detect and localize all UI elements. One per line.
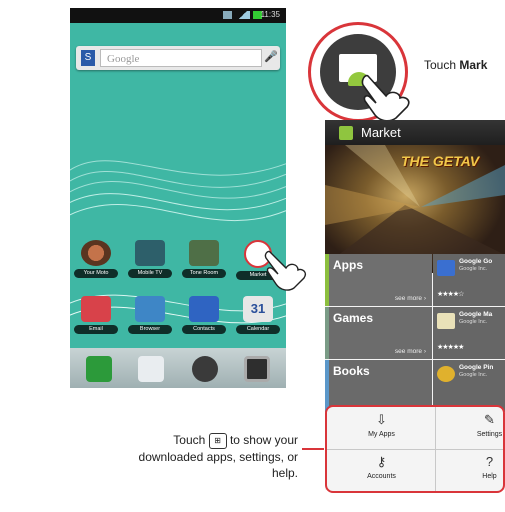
app-label: Calendar: [236, 325, 280, 334]
signal-icon: [236, 11, 250, 19]
menu-item-settings[interactable]: ✎ Settings: [445, 407, 503, 449]
app-label: Contacts: [182, 325, 226, 334]
help-icon: ?: [485, 454, 494, 469]
category-name: Books: [333, 364, 370, 378]
app-developer: Google Inc.: [459, 266, 488, 272]
menu-label: Accounts: [367, 473, 396, 480]
camera-icon[interactable]: [192, 356, 218, 382]
category-games[interactable]: Games see more ›: [325, 307, 432, 359]
category-name: Apps: [333, 258, 363, 272]
rating-stars: ★★★★☆: [437, 291, 464, 298]
app-label: Browser: [128, 325, 172, 334]
key-icon: ⚷: [376, 454, 387, 469]
category-stripe: [325, 307, 329, 359]
category-stripe: [325, 360, 329, 412]
app-title: Google Ma: [459, 311, 493, 318]
microphone-icon[interactable]: 🎤: [264, 50, 278, 66]
app-label: Email: [74, 325, 118, 334]
search-input[interactable]: Google: [100, 49, 262, 67]
menu-callout-text: Touch ⊞ to show your downloaded apps, se…: [80, 432, 298, 481]
callout-line3: help.: [271, 465, 298, 480]
app-email[interactable]: Email: [74, 296, 118, 334]
market-bag-icon: [339, 126, 353, 140]
google-search-widget[interactable]: S Google 🎤: [76, 46, 280, 70]
status-time: 11:35: [260, 10, 280, 19]
status-bar: 11:35: [70, 8, 286, 23]
menu-label: Settings: [476, 431, 503, 438]
touch-market-label: Touch Mark: [424, 58, 487, 72]
app-title: Google Pin: [459, 364, 494, 371]
menu-item-help[interactable]: ? Help: [445, 449, 503, 491]
menu-item-accounts[interactable]: ⚷ Accounts: [337, 449, 426, 491]
goggles-icon: [437, 260, 455, 276]
menu-label: Help: [482, 473, 497, 480]
app-developer: Google Inc.: [459, 372, 488, 378]
market-title: Market: [361, 125, 401, 140]
app-label: Mobile TV: [128, 269, 172, 278]
market-menu: ⇩ My Apps ✎ Settings ⚷ Accounts ? Help: [325, 405, 505, 493]
music-icon: [189, 240, 219, 266]
phone-home-screen: 11:35 S Google 🎤 Your Moto Mobile TV Ton…: [70, 8, 286, 388]
maps-icon: [437, 313, 455, 329]
pinwheel-icon: [437, 366, 455, 382]
app-calendar[interactable]: 31 Calendar: [236, 296, 280, 334]
category-name: Games: [333, 311, 374, 325]
download-icon: ⇩: [376, 412, 387, 427]
wrench-icon: ✎: [484, 412, 495, 427]
app-label: Tone Room: [182, 269, 226, 278]
category-apps[interactable]: Apps see more ›: [325, 254, 432, 306]
app-browser[interactable]: Browser: [128, 296, 172, 334]
market-title-bar: Market: [325, 120, 505, 145]
tv-icon: [135, 240, 165, 266]
email-icon: [81, 296, 111, 322]
see-more-link[interactable]: see more ›: [395, 348, 426, 355]
callout-suffix: to show your: [226, 433, 298, 447]
calendar-icon: 31: [243, 296, 273, 322]
callout-pointer: [302, 448, 324, 450]
category-stripe: [325, 254, 329, 306]
see-more-link[interactable]: see more ›: [395, 295, 426, 302]
messaging-icon[interactable]: [138, 356, 164, 382]
app-contacts[interactable]: Contacts: [182, 296, 226, 334]
menu-item-my-apps[interactable]: ⇩ My Apps: [337, 407, 426, 449]
phone-icon[interactable]: [86, 356, 112, 382]
touch-prefix: Touch: [424, 58, 460, 72]
rating-stars: ★★★★★: [437, 344, 464, 351]
app-your-moto[interactable]: Your Moto: [74, 240, 118, 278]
callout-prefix: Touch: [173, 433, 209, 447]
menu-label: My Apps: [368, 431, 395, 438]
app-title: Google Go: [459, 258, 493, 265]
contacts-icon: [189, 296, 219, 322]
callout-line2: downloaded apps, settings, or: [138, 449, 298, 464]
globe-icon: [135, 296, 165, 322]
touch-market-bold: Mark: [459, 58, 488, 72]
touch-hand-icon: [361, 74, 410, 122]
compass-icon: [81, 240, 111, 266]
google-logo-icon: S: [81, 50, 95, 66]
app-tray-icon[interactable]: [244, 356, 270, 382]
network-icon: [223, 11, 232, 19]
featured-app[interactable]: Google Ma Google Inc. ★★★★★: [433, 307, 505, 359]
menu-key-icon: ⊞: [208, 432, 227, 449]
app-mobile-tv[interactable]: Mobile TV: [128, 240, 172, 278]
app-developer: Google Inc.: [459, 319, 488, 325]
touch-hand-icon: [264, 250, 307, 291]
app-tone-room[interactable]: Tone Room: [182, 240, 226, 278]
featured-app[interactable]: Google Go Google Inc. ★★★★☆: [433, 254, 505, 306]
dock: [70, 348, 286, 388]
app-label: Your Moto: [74, 269, 118, 278]
banner-headline: THE GETAV: [401, 153, 480, 169]
